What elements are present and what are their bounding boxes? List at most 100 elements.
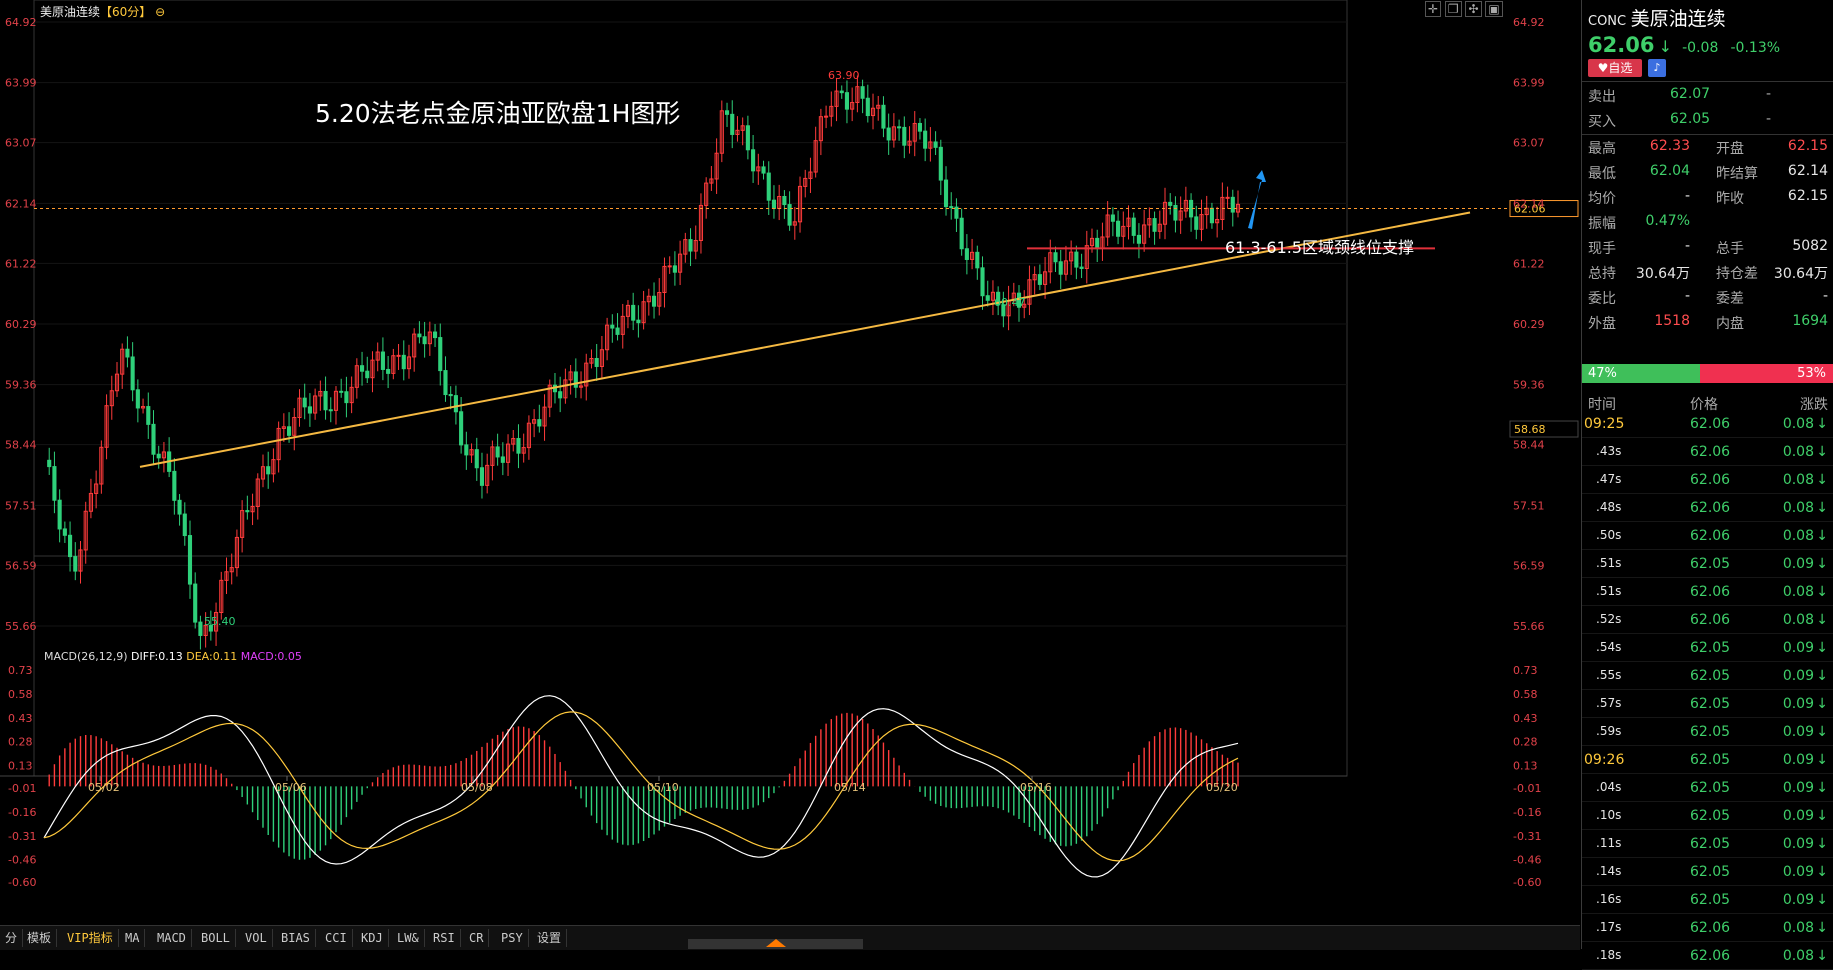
scroll-handle[interactable] — [688, 939, 863, 949]
candle-body — [47, 459, 52, 468]
tick-price: 62.05 — [1690, 864, 1731, 880]
tick-price: 62.05 — [1690, 696, 1731, 712]
indicator-tab[interactable]: MACD — [152, 929, 192, 947]
settings-icon[interactable]: ⊖ — [151, 5, 165, 19]
candle-body — [1037, 274, 1042, 285]
candle-body — [135, 389, 140, 409]
candle-body — [610, 324, 615, 329]
down-arrow-icon: ↓ — [1816, 752, 1828, 768]
chart-area[interactable]: 62.06 58.68 64.92 64.92 63.99 63.99 63.07 63.0… — [0, 0, 1580, 930]
tick-price: 62.05 — [1690, 640, 1731, 656]
indicator-tab[interactable]: MA — [120, 929, 146, 947]
candle-body — [730, 113, 735, 135]
buy-label: 买入 — [1588, 114, 1616, 130]
period-label[interactable]: 【60分】 — [100, 5, 151, 19]
quote-v1: 0.47% — [1645, 213, 1690, 229]
price-chart[interactable]: 62.0658.68 64.92 64.92 63.99 63.99 63.07 63.0… — [0, 0, 1580, 925]
candle-body — [1095, 237, 1100, 249]
crosshair-icon[interactable]: ✛ — [1425, 1, 1442, 17]
indicator-tab[interactable]: CCI — [320, 929, 353, 947]
price-tick-left: 55.66 — [5, 620, 37, 633]
layout-icon[interactable]: ▣ — [1485, 1, 1503, 17]
candle-body — [1136, 234, 1141, 244]
favorite-button[interactable]: ♥自选 — [1588, 59, 1642, 77]
indicator-tab[interactable]: VOL — [240, 929, 273, 947]
candle-body — [459, 411, 464, 446]
indicator-tab[interactable]: 设置 — [532, 929, 568, 947]
candle-body — [73, 556, 78, 572]
macd-legend: MACD(26,12,9) DIFF:0.13 DEA:0.11 MACD:0.… — [44, 650, 302, 663]
tick-change: 0.08 — [1782, 920, 1814, 936]
tick-row: .59s 62.05 0.09 ↓ — [1582, 720, 1833, 746]
candle-body — [844, 92, 850, 110]
favorite-label: 自选 — [1608, 61, 1633, 75]
window-controls: ✛ ❐ ✣ ▣ — [1425, 1, 1503, 17]
candle-body — [938, 146, 943, 181]
price-tick-right: 57.51 — [1513, 499, 1545, 512]
candle-body — [1168, 201, 1173, 206]
indicator-tab[interactable]: 模板 — [22, 929, 58, 947]
tick-price: 62.05 — [1690, 668, 1731, 684]
buy-pct: 47% — [1588, 366, 1617, 381]
indicator-tab[interactable]: 分 — [0, 929, 24, 947]
down-arrow-icon: ↓ — [1816, 584, 1828, 600]
price-tick-right: 58.44 — [1513, 439, 1545, 452]
indicator-tab[interactable]: CR — [464, 929, 490, 947]
restore-icon[interactable]: ❐ — [1444, 1, 1462, 17]
candle-body — [537, 419, 542, 427]
indicator-tab[interactable]: VIP指标 — [62, 929, 119, 947]
tick-time: .59s — [1596, 724, 1622, 738]
indicator-tab[interactable]: BIAS — [276, 929, 316, 947]
tick-row: .14s 62.05 0.09 ↓ — [1582, 860, 1833, 886]
quote-v2: 5082 — [1792, 238, 1828, 254]
candle-body — [479, 467, 485, 486]
indicator-tab[interactable]: PSY — [496, 929, 529, 947]
candle-body — [1230, 196, 1235, 213]
sell-pct: 53% — [1797, 366, 1826, 381]
quote-row: 最高 62.33 开盘 62.15 — [1582, 134, 1833, 159]
tick-row: .51s 62.05 0.09 ↓ — [1582, 552, 1833, 578]
candle-body — [751, 149, 756, 172]
macd-value: MACD:0.05 — [240, 650, 302, 663]
candle-body — [286, 426, 292, 436]
candle-body — [923, 130, 928, 149]
indicator-tab[interactable]: LW& — [392, 929, 425, 947]
candle-body — [328, 409, 333, 412]
candle-body — [1053, 252, 1058, 263]
candle-body — [443, 370, 448, 396]
indicator-tab[interactable]: RSI — [428, 929, 461, 947]
tick-time: .18s — [1596, 948, 1622, 962]
tick-row: 09:25 62.06 0.08 ↓ — [1582, 412, 1833, 438]
support-annotation: 61.3-61.5区域颈线位支撑 — [1225, 238, 1415, 257]
expand-icon[interactable]: ✣ — [1465, 1, 1482, 17]
macd-tick-right: -0.31 — [1513, 830, 1541, 843]
symbol-code: CONC — [1588, 14, 1627, 29]
price-line: 62.06 ↓ -0.08 -0.13% — [1588, 33, 1780, 57]
sell-price: 62.07 — [1670, 86, 1711, 102]
macd-tick-left: 0.73 — [8, 664, 33, 677]
macd-tick-left: 0.28 — [8, 736, 33, 749]
overlays: 62.0658.68 — [34, 170, 1579, 468]
candle-body — [422, 336, 427, 345]
tick-price: 62.05 — [1690, 724, 1731, 740]
down-arrow-icon: ↓ — [1816, 444, 1828, 460]
quote-row: 委比 - 委差 - — [1582, 284, 1833, 309]
tick-row: .18s 62.06 0.08 ↓ — [1582, 944, 1833, 970]
sell-row: 卖出 62.07 - — [1582, 82, 1833, 107]
candle-body — [68, 534, 73, 558]
tick-time: .10s — [1596, 808, 1622, 822]
candles — [47, 75, 1241, 650]
down-arrow-icon: ↓ — [1816, 668, 1828, 684]
tick-change: 0.09 — [1782, 668, 1814, 684]
quote-row: 总持 30.64万 持仓差 30.64万 — [1582, 259, 1833, 284]
candle-body — [824, 115, 829, 118]
indicator-tab[interactable]: BOLL — [196, 929, 236, 947]
tick-price: 62.06 — [1690, 416, 1731, 432]
date-tick: 05/06 — [275, 781, 307, 794]
indicator-tab[interactable]: KDJ — [356, 929, 389, 947]
candle-body — [615, 327, 620, 335]
quote-v1: - — [1684, 238, 1690, 254]
alert-button[interactable]: ♪ — [1648, 59, 1666, 77]
macd-tick-left: -0.01 — [8, 782, 36, 795]
tick-price: 62.05 — [1690, 780, 1731, 796]
